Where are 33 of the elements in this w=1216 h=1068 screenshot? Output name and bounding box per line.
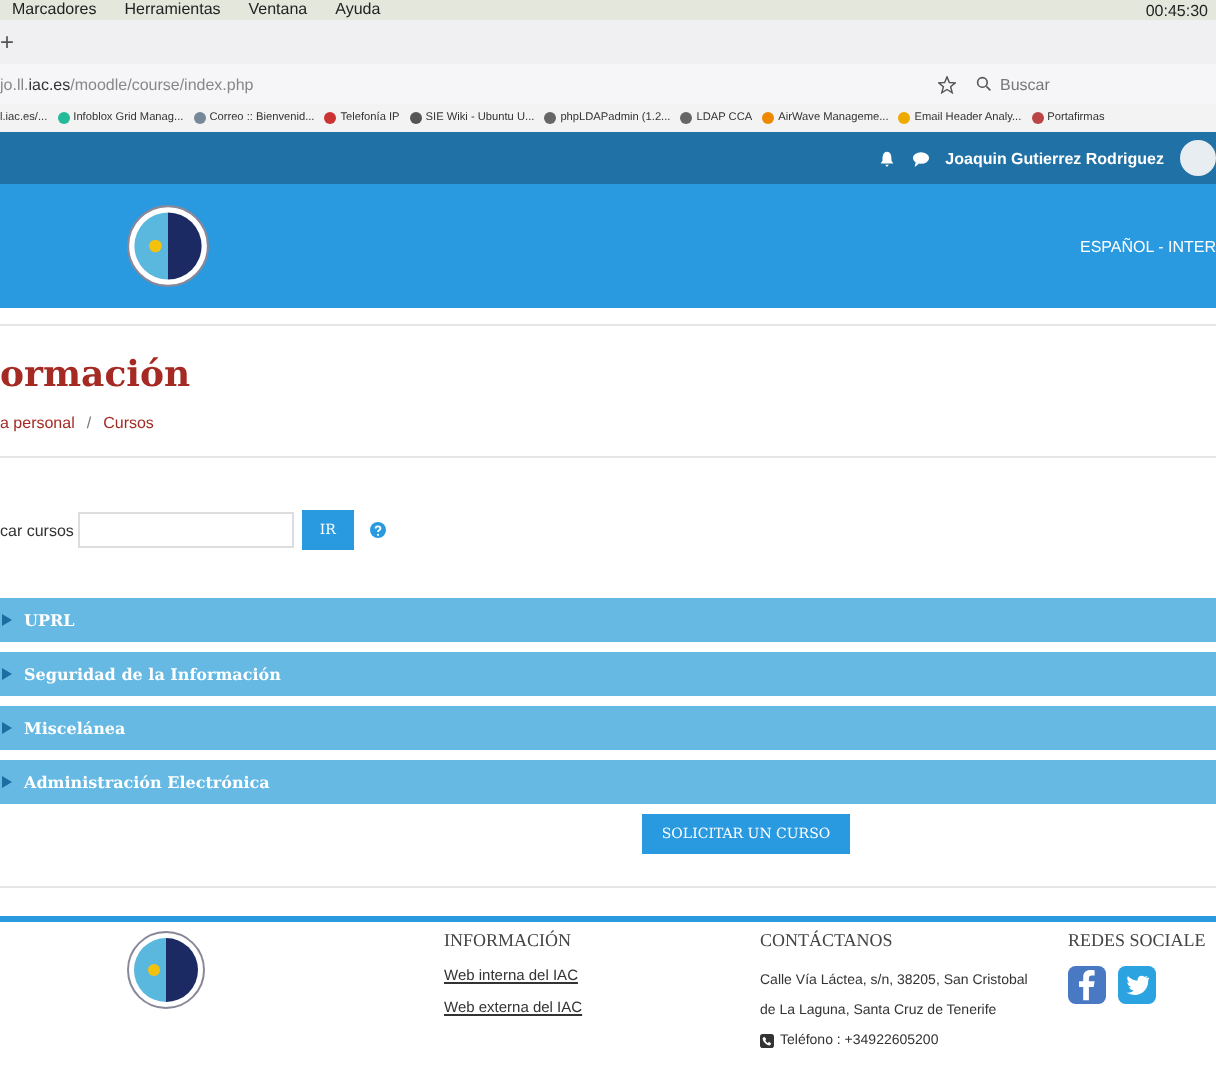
menu-item[interactable]: Herramientas [124,0,221,20]
user-name[interactable]: Joaquin Gutierrez Rodriguez [945,149,1164,167]
search-field[interactable]: Buscar [976,75,1216,93]
new-tab-button[interactable]: + [0,28,15,56]
footer-heading: CONTÁCTANOS [760,930,895,950]
collapsed-triangle-icon[interactable] [2,668,12,680]
institute-logo [126,204,210,288]
collapsed-triangle-icon[interactable] [2,776,12,788]
clock: 00:45:30 [1145,1,1208,19]
footer-heading: REDES SOCIALE [1068,930,1208,950]
menu-item[interactable]: Marcadores [12,0,97,20]
collapsed-triangle-icon[interactable] [2,722,12,734]
institute-logo [126,930,206,1010]
star-icon[interactable] [938,75,956,93]
course-search-field[interactable] [77,512,294,548]
breadcrumb-link[interactable]: Cursos [103,414,154,432]
menu-item[interactable]: Ventana [248,0,308,20]
twitter-icon[interactable] [1118,966,1156,1004]
help-icon[interactable] [369,522,386,538]
avatar[interactable] [1180,140,1216,176]
phone-icon [760,1034,774,1048]
menu-item[interactable]: Ayuda [335,0,381,20]
url-text[interactable]: jo.ll.iac.es/moodle/course/index.php [0,75,938,93]
collapsed-triangle-icon[interactable] [2,614,12,626]
search-icon [976,76,992,92]
search-label: car cursos [0,521,74,539]
chat-bubble-icon[interactable] [911,149,930,167]
footer-heading: INFORMACIÓN [444,930,574,950]
bell-icon[interactable] [877,149,896,167]
breadcrumb-separator: / [86,414,92,432]
facebook-icon[interactable] [1068,966,1106,1004]
breadcrumb-link[interactable]: a personal [0,414,75,432]
page-title: ormación [0,354,193,396]
